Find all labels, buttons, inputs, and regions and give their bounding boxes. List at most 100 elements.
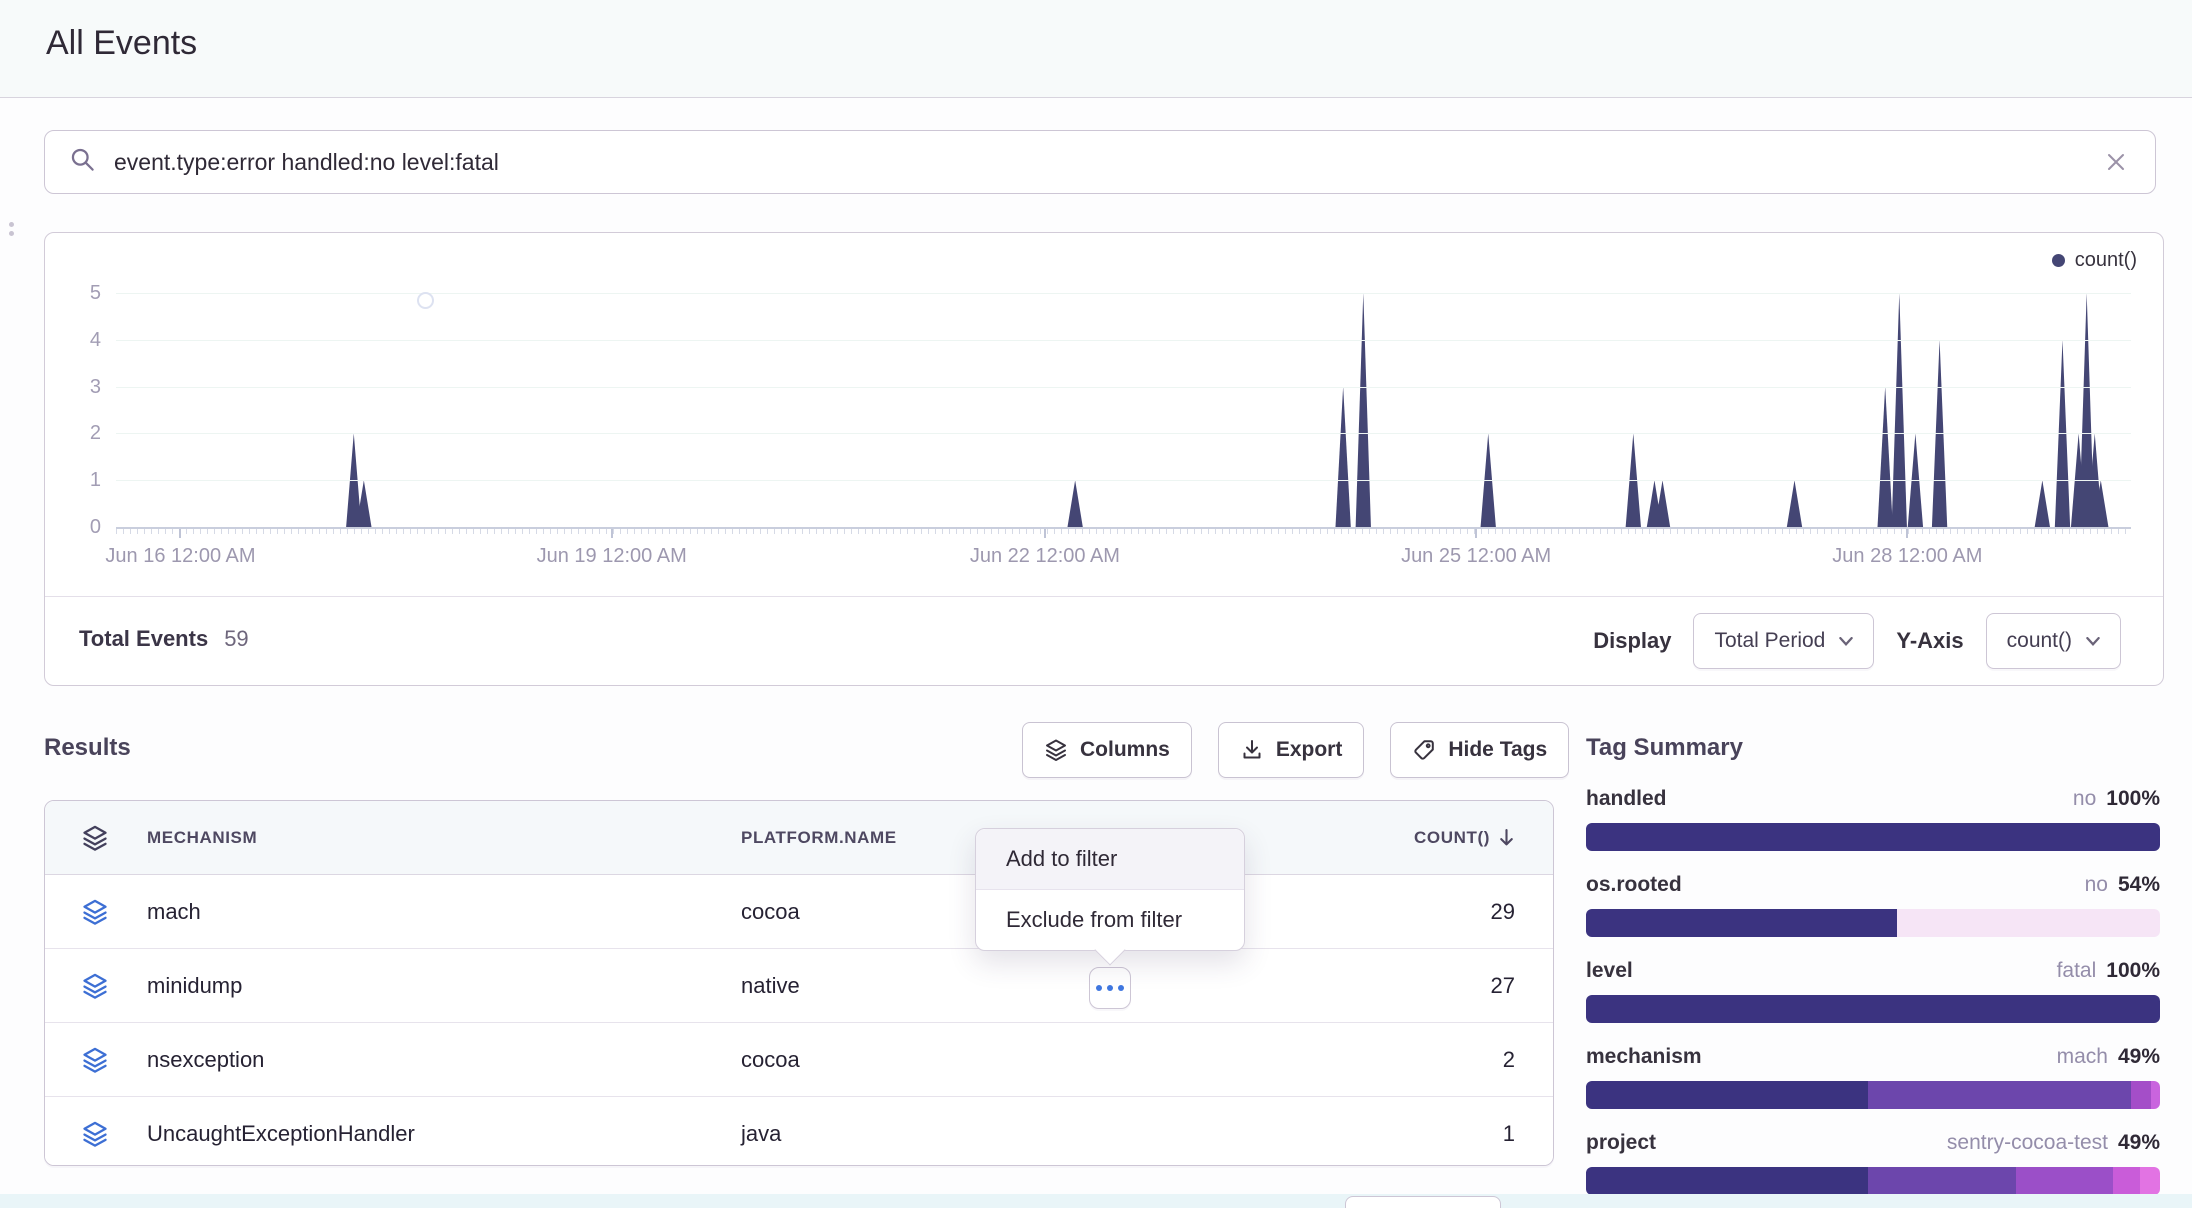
page-title: All Events [46, 24, 197, 63]
tag-bar-segment[interactable] [1897, 909, 2160, 937]
tag-name: os.rooted [1586, 872, 1682, 898]
chart-spike [1335, 387, 1350, 527]
menu-item-add-to-filter[interactable]: Add to filter [976, 829, 1244, 890]
sort-arrow-down-icon [1498, 828, 1515, 847]
hide-tags-button-label: Hide Tags [1448, 738, 1547, 762]
column-header-count[interactable]: COUNT() [1414, 828, 1515, 848]
tag-bar-segment[interactable] [2113, 1167, 2140, 1195]
x-axis-minor-ticks [116, 529, 2131, 534]
y-axis-label: 2 [51, 421, 101, 445]
x-axis-label: Jun 25 12:00 AM [1366, 545, 1586, 568]
total-events-value: 59 [224, 626, 248, 652]
tag-name: level [1586, 958, 1633, 984]
display-value: Total Period [1714, 629, 1825, 653]
cell-platform: cocoa [741, 1047, 800, 1073]
tag-summary-item: levelfatal100% [1586, 958, 2160, 1023]
cell-actions-button[interactable] [1089, 967, 1131, 1009]
cell-count: 27 [1491, 973, 1515, 999]
x-axis-tick [1475, 529, 1477, 538]
table-row[interactable]: minidump native 27 [45, 948, 1553, 1022]
y-axis-label: 4 [51, 328, 101, 352]
cell-mechanism: minidump [147, 973, 242, 999]
table-row[interactable]: mach cocoa 29 [45, 875, 1553, 948]
table-header-row: MECHANISM PLATFORM.NAME COUNT() [45, 801, 1553, 875]
x-axis-label: Jun 16 12:00 AM [70, 545, 290, 568]
gridline [116, 340, 2131, 341]
yaxis-value: count() [2007, 629, 2072, 653]
cell-mechanism: mach [147, 899, 201, 925]
chart-spike [1787, 480, 1802, 527]
table-row[interactable]: UncaughtExceptionHandlerjava1 [45, 1096, 1553, 1166]
search-icon [69, 146, 96, 178]
results-table: MECHANISM PLATFORM.NAME COUNT() mach coco… [44, 800, 1554, 1166]
x-axis-tick [1906, 529, 1908, 538]
display-select[interactable]: Total Period [1693, 613, 1874, 669]
total-events-label: Total Events [79, 626, 208, 652]
x-axis-tick [1044, 529, 1046, 538]
tag-distribution-bar [1586, 823, 2160, 851]
tag-bar-segment[interactable] [1868, 1081, 2131, 1109]
drag-handle-icon [9, 222, 14, 236]
pagination-button-partial[interactable] [1345, 1196, 1501, 1208]
tag-bar-segment[interactable] [1586, 909, 1897, 937]
table-row[interactable]: nsexception cocoa 2 [45, 1022, 1553, 1096]
chart-svg [116, 281, 2131, 528]
page-header: All Events [0, 0, 2192, 98]
stack-layers-icon [81, 1120, 109, 1148]
tag-bar-segment[interactable] [1586, 995, 2160, 1023]
stack-layers-icon [81, 898, 109, 926]
columns-button[interactable]: Columns [1022, 722, 1192, 778]
clear-search-icon[interactable] [2101, 147, 2131, 177]
stack-layers-icon [81, 972, 109, 1000]
chart-controls: Display Total Period Y-Axis count() [1593, 613, 2121, 669]
stack-layers-icon [81, 1046, 109, 1074]
chart-footer-divider [45, 596, 2163, 597]
tag-summary-title: Tag Summary [1586, 734, 1743, 762]
tag-bar-segment[interactable] [1586, 1081, 1868, 1109]
yaxis-label: Y-Axis [1896, 628, 1963, 654]
tag-bar-segment[interactable] [1586, 1167, 1868, 1195]
tag-bar-segment[interactable] [2131, 1081, 2151, 1109]
search-input[interactable] [112, 148, 2101, 177]
tag-summary-item: handledno100% [1586, 786, 2160, 851]
cell-count: 2 [1503, 1047, 1515, 1073]
column-header-platform[interactable]: PLATFORM.NAME [741, 828, 897, 848]
chart-spike [2035, 480, 2050, 527]
export-button[interactable]: Export [1218, 722, 1365, 778]
hide-tags-button[interactable]: Hide Tags [1390, 722, 1569, 778]
tag-bar-segment[interactable] [2151, 1081, 2160, 1109]
tag-bar-segment[interactable] [2140, 1167, 2160, 1195]
cell-platform: native [741, 973, 800, 999]
tag-name: project [1586, 1130, 1656, 1156]
cell-context-menu: Add to filter Exclude from filter [975, 828, 1245, 951]
layers-icon [1044, 738, 1068, 762]
tag-bar-segment[interactable] [1868, 1167, 2016, 1195]
ellipsis-icon [1096, 985, 1102, 991]
count-header-label: COUNT() [1414, 828, 1490, 848]
results-heading: Results [44, 734, 131, 762]
cell-mechanism: UncaughtExceptionHandler [147, 1121, 415, 1147]
search-bar [44, 130, 2156, 194]
gridline [116, 387, 2131, 388]
tag-top-value: mach49% [2057, 1044, 2160, 1072]
export-button-label: Export [1276, 738, 1343, 762]
tag-distribution-bar [1586, 909, 2160, 937]
yaxis-select[interactable]: count() [1986, 613, 2121, 669]
tag-top-value: no100% [2073, 786, 2160, 814]
column-header-mechanism[interactable]: MECHANISM [147, 828, 257, 848]
tag-bar-segment[interactable] [2016, 1167, 2112, 1195]
y-axis-label: 3 [51, 375, 101, 399]
table-body: mach cocoa 29 minidump native 27 nsexception co… [45, 875, 1553, 1166]
y-axis-label: 5 [51, 281, 101, 305]
x-axis-label: Jun 28 12:00 AM [1797, 545, 2017, 568]
chart-panel: count() 012345Jun 16 12:00 AMJun 19 12:0… [44, 232, 2164, 686]
chart-spike [1356, 293, 1371, 527]
tag-top-value: sentry-cocoa-test49% [1947, 1130, 2160, 1158]
tag-distribution-bar [1586, 1081, 2160, 1109]
tag-summary-item: mechanismmach49% [1586, 1044, 2160, 1109]
tag-summary-item: os.rootedno54% [1586, 872, 2160, 937]
tag-bar-segment[interactable] [1586, 823, 2160, 851]
cell-platform: cocoa [741, 899, 800, 925]
cell-mechanism: nsexception [147, 1047, 264, 1073]
cell-count: 29 [1491, 899, 1515, 925]
